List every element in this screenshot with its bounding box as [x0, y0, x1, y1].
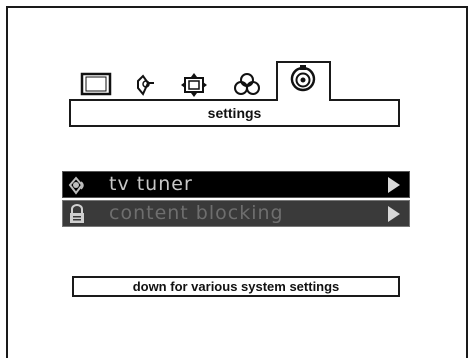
- hint-box: down for various system settings: [72, 276, 400, 297]
- color-icon: [234, 73, 260, 95]
- tab-screen[interactable]: [80, 68, 116, 98]
- antenna-icon: [68, 176, 84, 195]
- menu-item-content-blocking[interactable]: content blocking: [62, 200, 410, 227]
- menu-item-label: content blocking: [109, 202, 284, 224]
- tab-sound[interactable]: [132, 68, 162, 98]
- picture-size-icon: [181, 73, 207, 97]
- screen-icon: [80, 72, 112, 96]
- chevron-right-icon: [388, 177, 400, 193]
- menu-item-tv-tuner[interactable]: tv tuner: [62, 171, 410, 198]
- page-title: settings: [207, 105, 262, 121]
- tab-picture-size[interactable]: [178, 68, 214, 98]
- menu-item-label: tv tuner: [109, 173, 193, 195]
- sound-icon: [137, 74, 154, 96]
- tab-settings[interactable]: [276, 61, 331, 101]
- chevron-right-icon: [388, 206, 400, 222]
- settings-icon: [290, 65, 316, 92]
- hint-text: down for various system settings: [132, 279, 340, 294]
- lock-icon: [70, 204, 84, 223]
- section-title-box: settings: [69, 99, 400, 127]
- tab-color[interactable]: [228, 68, 268, 98]
